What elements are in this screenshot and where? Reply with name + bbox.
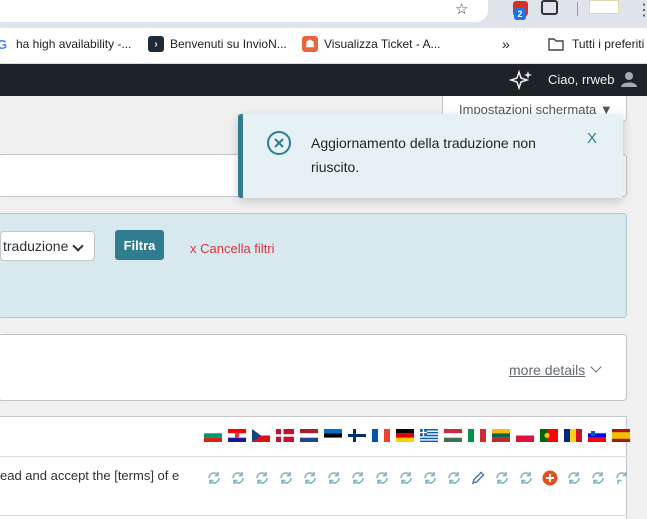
select-value: traduzione (3, 238, 69, 254)
flag-da-icon (276, 429, 294, 442)
sync-status-icon[interactable] (422, 470, 438, 486)
flag-el-icon (420, 429, 438, 442)
flag-fi-icon (348, 429, 366, 442)
chevron-down-icon (72, 240, 84, 252)
bookmark-item-ha[interactable]: G ha high availability -... (0, 35, 131, 53)
sync-status-icon[interactable] (206, 470, 222, 486)
flag-pl-icon (516, 429, 534, 442)
sync-status-icon[interactable] (326, 470, 342, 486)
sync-status-icon[interactable] (566, 470, 582, 486)
string-source-text: ead and accept the [terms] of e (0, 468, 180, 483)
sync-status-icon[interactable] (590, 470, 606, 486)
flag-cs-icon (252, 429, 270, 442)
address-bar[interactable] (0, 0, 488, 22)
translation-filter-select[interactable]: traduzione (0, 231, 95, 261)
pencil-edit-icon[interactable] (470, 470, 486, 486)
sync-status-icon[interactable] (398, 470, 414, 486)
invionet-icon: › (148, 36, 164, 52)
more-details-link[interactable]: more details (509, 362, 585, 378)
flag-hr-icon (228, 429, 246, 442)
add-translation-icon[interactable] (542, 470, 558, 486)
sync-status-icon[interactable] (494, 470, 510, 486)
google-icon: G (0, 36, 10, 52)
bookmarks-bar: G ha high availability -... › Benvenuti … (0, 28, 647, 64)
bookmark-item-ticket[interactable]: ☗ Visualizza Ticket - A... (302, 35, 441, 53)
profile-avatar[interactable] (589, 0, 619, 14)
flag-de-icon (396, 429, 414, 442)
clear-filters-link[interactable]: x Cancella filtri (190, 241, 275, 256)
bookmark-label: ha high availability -... (16, 37, 132, 51)
sync-status-icon[interactable] (374, 470, 390, 486)
flag-pt-icon (540, 429, 558, 442)
extension-badge-count: 2 (514, 8, 526, 20)
bookmark-folder-all[interactable]: Tutti i preferiti (548, 35, 644, 53)
table-divider (0, 456, 627, 457)
bookmark-star-icon[interactable]: ☆ (455, 0, 468, 18)
user-avatar-icon[interactable] (620, 70, 638, 88)
folder-icon (548, 38, 564, 51)
flag-sl-icon (588, 429, 606, 442)
notice-close-button[interactable]: X (587, 130, 597, 147)
filter-panel (0, 213, 627, 318)
extensions-puzzle-icon[interactable] (541, 0, 558, 15)
sync-status-icon[interactable] (446, 470, 462, 486)
flag-ro-icon (564, 429, 582, 442)
flag-fr-icon (372, 429, 390, 442)
flag-nl-icon (300, 429, 318, 442)
flag-it-icon (468, 429, 486, 442)
bookmark-folder-label: Tutti i preferiti (572, 37, 645, 51)
notice-message: Aggiornamento della traduzione non riusc… (311, 135, 536, 175)
browser-menu-icon[interactable]: ⋮ (636, 0, 647, 20)
flag-bg-icon (204, 429, 222, 442)
sync-status-icon[interactable] (278, 470, 294, 486)
browser-toolbar: ☆ 2 ⋮ (0, 0, 647, 28)
wp-admin-bar: Ciao, rrweb (0, 64, 647, 96)
ai-sparkle-icon[interactable] (509, 69, 533, 91)
sync-status-icon[interactable] (614, 470, 627, 486)
sync-status-icon[interactable] (254, 470, 270, 486)
sync-status-icon[interactable] (302, 470, 318, 486)
ticket-icon: ☗ (302, 36, 318, 52)
flag-lt-icon (492, 429, 510, 442)
bookmarks-overflow-chevron[interactable]: » (502, 35, 510, 53)
bookmark-label: Benvenuti su InvioN... (170, 37, 287, 51)
flag-et-icon (324, 429, 342, 442)
user-greeting[interactable]: Ciao, rrweb (548, 72, 614, 87)
flag-es-icon (612, 429, 630, 442)
bookmark-item-invionet[interactable]: › Benvenuti su InvioN... (148, 35, 287, 53)
sync-status-icon[interactable] (230, 470, 246, 486)
bookmark-label: Visualizza Ticket - A... (324, 37, 441, 51)
sync-status-icon[interactable] (350, 470, 366, 486)
filter-button[interactable]: Filtra (115, 230, 164, 260)
sync-status-icon[interactable] (518, 470, 534, 486)
table-divider (0, 515, 627, 516)
flag-hu-icon (444, 429, 462, 442)
toolbar-divider (577, 2, 578, 16)
error-circle-icon (267, 131, 291, 155)
